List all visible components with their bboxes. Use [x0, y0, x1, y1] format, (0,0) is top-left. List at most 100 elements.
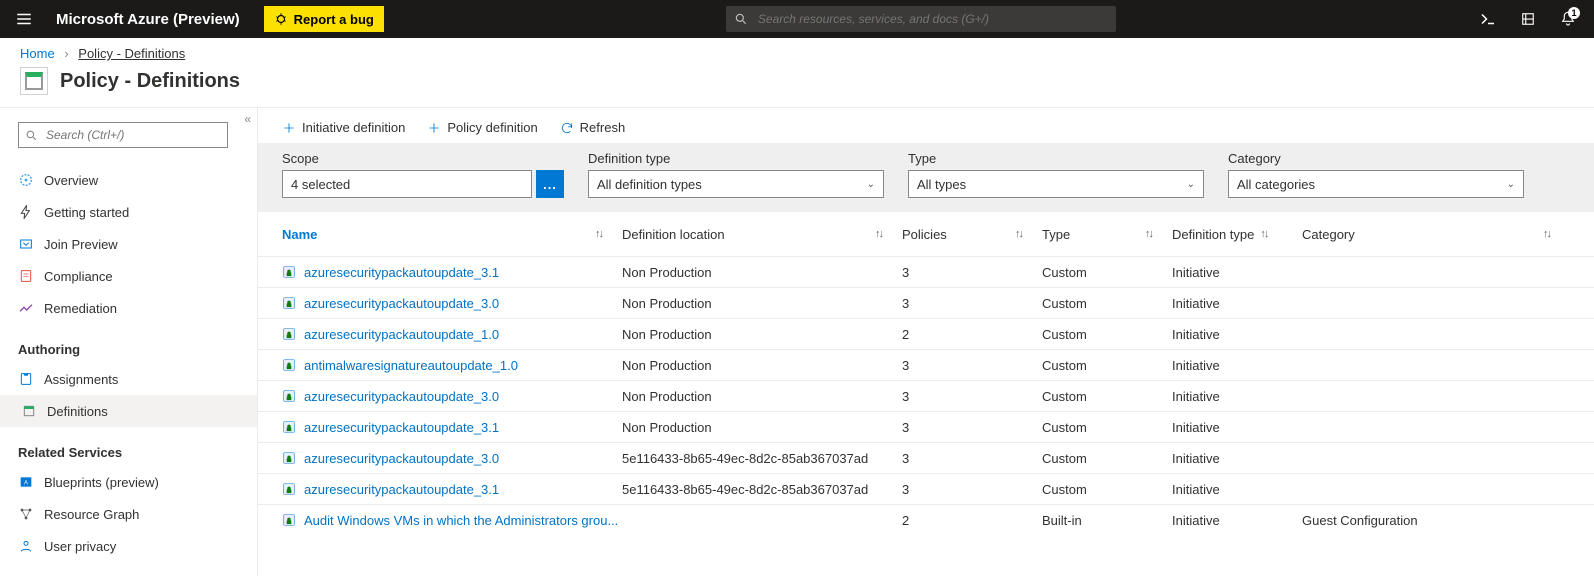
table-row[interactable]: Audit Windows VMs in which the Administr…	[258, 504, 1594, 535]
cell-deftype: Initiative	[1172, 513, 1302, 528]
global-search[interactable]	[726, 6, 1116, 32]
hamburger-menu-icon[interactable]	[8, 3, 40, 35]
sidebar-item-blueprints-preview-[interactable]: A Blueprints (preview)	[18, 466, 257, 498]
add-policy-button[interactable]: Policy definition	[427, 120, 537, 135]
initiative-icon	[282, 420, 296, 434]
col-deftype[interactable]: Definition type↑↓	[1172, 227, 1302, 242]
table-row[interactable]: azuresecuritypackautoupdate_3.0 5e116433-…	[258, 442, 1594, 473]
add-initiative-label: Initiative definition	[302, 120, 405, 135]
table-row[interactable]: azuresecuritypackautoupdate_3.0Non Produ…	[258, 287, 1594, 318]
definition-link[interactable]: azuresecuritypackautoupdate_3.0	[304, 389, 499, 404]
initiative-icon	[282, 513, 296, 527]
sidebar-item-user-privacy[interactable]: User privacy	[18, 530, 257, 562]
directories-icon[interactable]	[1514, 5, 1542, 33]
table-row[interactable]: azuresecuritypackautoupdate_3.1 Non Produ…	[258, 411, 1594, 442]
table-row[interactable]: azuresecuritypackautoupdate_3.1 5e116433-…	[258, 473, 1594, 504]
table-row[interactable]: azuresecuritypackautoupdate_3.0 Non Produ…	[258, 380, 1594, 411]
cell-policies: 3	[902, 482, 1042, 497]
sidebar-item-overview[interactable]: Overview	[18, 164, 257, 196]
col-type[interactable]: Type↑↓	[1042, 227, 1172, 242]
cell-location: Non Production	[622, 389, 902, 404]
cell-type: Custom	[1042, 420, 1172, 435]
cell-location: Non Production	[622, 265, 902, 280]
page-header: Policy - Definitions	[0, 63, 1594, 107]
overview-icon	[18, 172, 34, 188]
table-header: Name↑↓ Definition location↑↓ Policies↑↓ …	[258, 212, 1594, 256]
initiative-icon	[282, 451, 296, 465]
definitions-icon	[21, 403, 37, 419]
cell-deftype: Initiative	[1172, 482, 1302, 497]
section-authoring: Authoring	[18, 342, 257, 357]
type-label: Type	[908, 151, 1204, 166]
side-nav: « OverviewGetting startedJoin PreviewCom…	[0, 108, 258, 576]
notifications-icon[interactable]: 1	[1554, 5, 1582, 33]
table-row[interactable]: azuresecuritypackautoupdate_1.0 Non Produ…	[258, 318, 1594, 349]
sidebar-item-remediation[interactable]: Remediation	[18, 292, 257, 324]
cell-policies: 2	[902, 327, 1042, 342]
initiative-icon	[282, 482, 296, 496]
scope-value: 4 selected	[291, 177, 350, 192]
type-selector[interactable]: All types ⌄	[908, 170, 1204, 198]
cell-policies: 2	[902, 513, 1042, 528]
sidebar-item-label: Blueprints (preview)	[44, 475, 159, 490]
breadcrumb-home[interactable]: Home	[20, 46, 55, 61]
cell-location: Non Production	[622, 327, 902, 342]
add-initiative-button[interactable]: Initiative definition	[282, 120, 405, 135]
col-name[interactable]: Name↑↓	[282, 227, 622, 242]
initiative-icon	[282, 358, 296, 372]
global-search-input[interactable]	[756, 11, 1108, 27]
cell-location: 5e116433-8b65-49ec-8d2c-85ab367037ad	[622, 482, 902, 497]
cell-location: Non Production	[622, 420, 902, 435]
definition-link[interactable]: azuresecuritypackautoupdate_3.1	[304, 420, 499, 435]
definition-link[interactable]: antimalwaresignatureautoupdate_1.0	[304, 358, 518, 373]
scope-selector[interactable]: 4 selected	[282, 170, 532, 198]
scope-picker-button[interactable]: ...	[536, 170, 564, 198]
col-category[interactable]: Category↑↓	[1302, 227, 1570, 242]
sidebar-item-join-preview[interactable]: Join Preview	[18, 228, 257, 260]
sort-icon: ↑↓	[875, 228, 882, 240]
definition-link[interactable]: Audit Windows VMs in which the Administr…	[304, 513, 618, 528]
refresh-button[interactable]: Refresh	[560, 120, 626, 135]
sidebar-item-assignments[interactable]: Assignments	[18, 363, 257, 395]
initiative-icon	[282, 389, 296, 403]
definition-link[interactable]: azuresecuritypackautoupdate_3.1	[304, 265, 499, 280]
table-row[interactable]: azuresecuritypackautoupdate_3.1 Non Produ…	[258, 256, 1594, 287]
sidebar-item-compliance[interactable]: Compliance	[18, 260, 257, 292]
definition-type-selector[interactable]: All definition types ⌄	[588, 170, 884, 198]
cell-location: 5e116433-8b65-49ec-8d2c-85ab367037ad	[622, 451, 902, 466]
col-location[interactable]: Definition location↑↓	[622, 227, 902, 242]
chevron-down-icon: ⌄	[867, 179, 875, 190]
sidebar-item-label: Assignments	[44, 372, 118, 387]
chevron-right-icon: ›	[64, 46, 68, 61]
cell-deftype: Initiative	[1172, 296, 1302, 311]
notification-badge: 1	[1568, 7, 1580, 19]
cell-type: Custom	[1042, 265, 1172, 280]
definition-link[interactable]: azuresecuritypackautoupdate_1.0	[304, 327, 499, 342]
deftype-value: All definition types	[597, 177, 702, 192]
sort-icon: ↑↓	[1015, 228, 1022, 240]
user-icon	[18, 538, 34, 554]
sidebar-item-definitions[interactable]: Definitions	[0, 395, 257, 427]
side-search[interactable]	[18, 122, 228, 148]
cell-policies: 3	[902, 389, 1042, 404]
side-search-input[interactable]	[44, 127, 221, 143]
page-title: Policy - Definitions	[60, 70, 240, 93]
definition-link[interactable]: azuresecuritypackautoupdate_3.0	[304, 296, 499, 311]
cell-deftype: Initiative	[1172, 265, 1302, 280]
category-selector[interactable]: All categories ⌄	[1228, 170, 1524, 198]
definition-link[interactable]: azuresecuritypackautoupdate_3.1	[304, 482, 499, 497]
scope-label: Scope	[282, 151, 564, 166]
definition-link[interactable]: azuresecuritypackautoupdate_3.0	[304, 451, 499, 466]
report-bug-button[interactable]: Report a bug	[264, 6, 384, 32]
cell-deftype: Initiative	[1172, 451, 1302, 466]
table-row[interactable]: antimalwaresignatureautoupdate_1.0Non Pr…	[258, 349, 1594, 380]
cloud-shell-icon[interactable]	[1474, 5, 1502, 33]
sidebar-item-getting-started[interactable]: Getting started	[18, 196, 257, 228]
sidebar-item-resource-graph[interactable]: Resource Graph	[18, 498, 257, 530]
cell-policies: 3	[902, 358, 1042, 373]
collapse-nav-icon[interactable]: «	[244, 112, 251, 126]
blueprints-icon: A	[18, 474, 34, 490]
sidebar-item-label: User privacy	[44, 539, 116, 554]
definitions-table: Name↑↓ Definition location↑↓ Policies↑↓ …	[258, 212, 1594, 535]
col-policies[interactable]: Policies↑↓	[902, 227, 1042, 242]
